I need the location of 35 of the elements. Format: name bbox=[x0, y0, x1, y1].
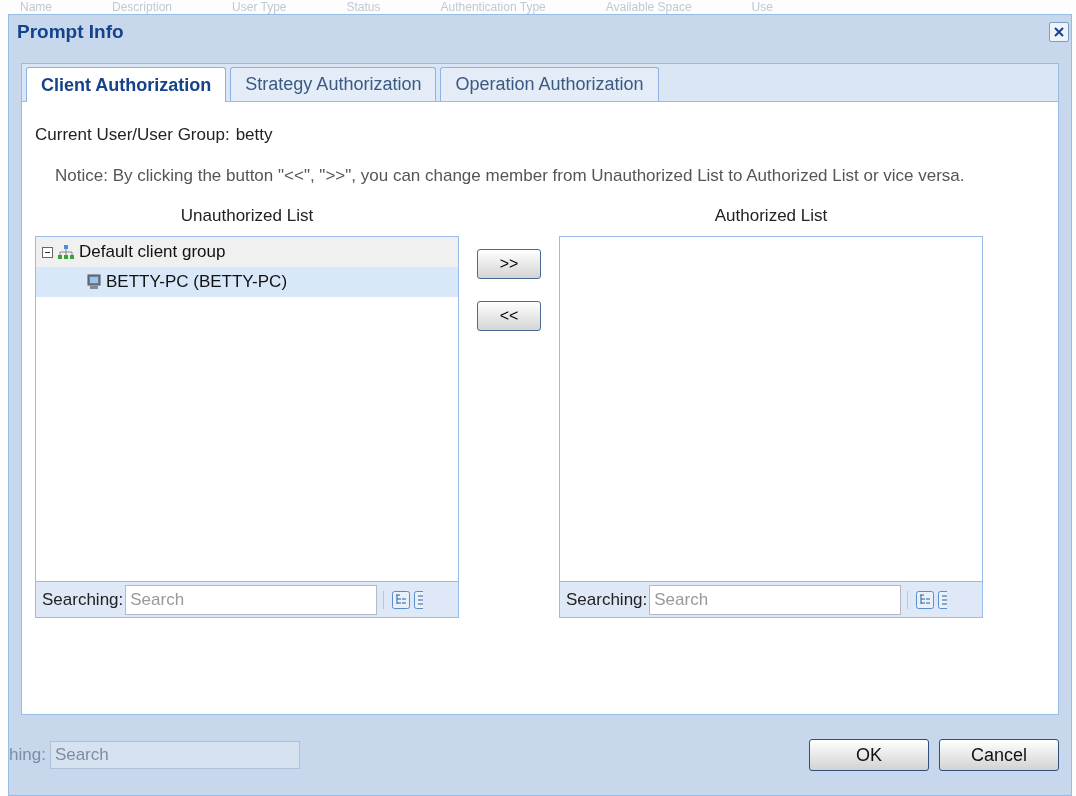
search-field[interactable]: Search bbox=[649, 584, 902, 615]
background-search-field[interactable]: Search bbox=[49, 741, 300, 769]
list-view-icon[interactable] bbox=[938, 590, 948, 609]
column-header: User Type bbox=[232, 0, 287, 14]
collapse-icon[interactable] bbox=[42, 246, 53, 258]
dialog-button[interactable]: Cancel bbox=[939, 739, 1059, 771]
search-label: Searching: bbox=[566, 588, 648, 611]
dialog-button[interactable]: OK bbox=[809, 739, 929, 771]
network-group-icon bbox=[57, 245, 75, 259]
move-button[interactable]: >> bbox=[477, 248, 541, 279]
current-user-value: betty bbox=[235, 124, 273, 146]
move-button[interactable]: << bbox=[477, 300, 541, 331]
search-field[interactable]: Search bbox=[125, 584, 378, 615]
tree-item[interactable]: Default client group bbox=[36, 237, 458, 267]
column-header: Use bbox=[751, 0, 773, 14]
current-user-label: Current User/User Group: bbox=[35, 124, 230, 146]
column-header: Status bbox=[346, 0, 381, 14]
search-label: Searching: bbox=[42, 588, 124, 611]
column-header: Name bbox=[20, 0, 52, 14]
list-view-icon[interactable] bbox=[414, 590, 424, 609]
column-header: Description bbox=[112, 0, 173, 14]
window-title: Prompt Info bbox=[17, 19, 124, 44]
notice-text: Notice: By clicking the button "<<", ">>", you can change member from Unauthorized List to Authorized List or vice versa. bbox=[55, 164, 966, 187]
tab[interactable]: Strategy Authorization bbox=[230, 67, 437, 101]
column-header: Authentication Type bbox=[440, 0, 546, 14]
computer-icon bbox=[86, 274, 102, 290]
background-search-label: hing: bbox=[9, 744, 46, 767]
tree-item[interactable]: BETTY-PC (BETTY-PC) bbox=[36, 267, 458, 297]
list-title: Authorized List bbox=[713, 204, 829, 227]
tree-view-icon[interactable] bbox=[392, 590, 411, 609]
list-title: Unauthorized List bbox=[179, 204, 315, 227]
column-header: Available Space bbox=[605, 0, 692, 14]
tab[interactable]: Operation Authorization bbox=[440, 67, 659, 101]
tree-view-icon[interactable] bbox=[916, 590, 935, 609]
tab[interactable]: Client Authorization bbox=[26, 67, 227, 102]
